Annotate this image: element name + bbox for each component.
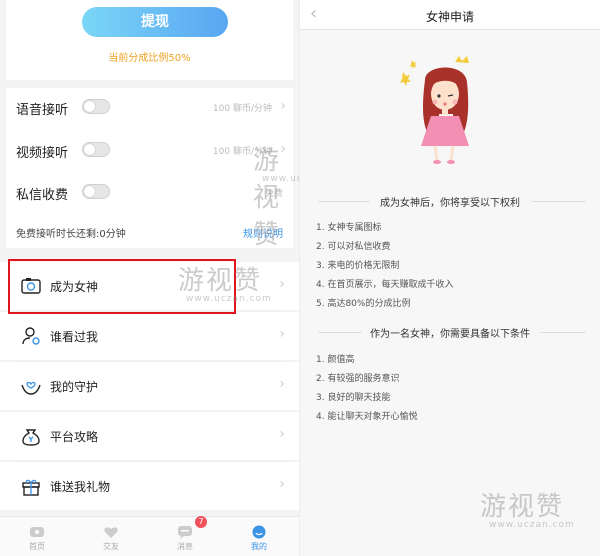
withdraw-card: 提现 — [6, 0, 293, 80]
benefits-section-header: 成为女神后，你将享受以下权利 — [310, 193, 590, 209]
benefit-item: 1. 女神专属图标 — [316, 223, 382, 233]
chevron-right-icon: › — [279, 376, 285, 392]
chevron-right-icon: › — [279, 276, 285, 292]
tab-label: 交友 — [103, 542, 119, 551]
menu-item-visitors[interactable]: 谁看过我 › — [0, 312, 299, 360]
menu-item-guardian[interactable]: 我的守护 › — [0, 362, 299, 410]
requirements-section-header: 作为一名女神，你需要具备以下条件 — [310, 324, 590, 340]
watermark-url: www.uczan.com — [262, 174, 299, 184]
watermark: 游视赞 — [480, 492, 565, 522]
withdraw-button[interactable]: 提现 — [82, 7, 228, 37]
menu-item-gifts[interactable]: 谁送我礼物 › — [0, 462, 299, 510]
goddess-application-panel: ‹ 女神申请 成为女神后，你将享受以下权利 1. 女神专属图标 2. 可以对私信… — [300, 0, 600, 556]
menu-label: 谁送我礼物 — [50, 480, 111, 494]
menu-item-guide[interactable]: 平台攻略 › — [0, 412, 299, 460]
tab-messages[interactable]: 消息 — [148, 517, 222, 556]
watermark-url: www.uczan.com — [186, 294, 272, 304]
heart-icon — [104, 527, 118, 538]
tab-bar: 首页 交友 消息 我的 — [0, 516, 299, 556]
voice-answer-label: 语音接听 — [16, 103, 69, 118]
heart-hands-icon — [21, 381, 41, 395]
watermark-url: www.uczan.com — [489, 520, 575, 530]
person-icon — [22, 327, 40, 345]
watermark: 游视赞 — [253, 146, 282, 250]
page-title: 女神申请 — [425, 10, 474, 24]
divider — [540, 332, 586, 333]
tab-home[interactable]: 首页 — [0, 517, 74, 556]
share-ratio-text: 当前分成比例50% — [108, 53, 191, 64]
gift-icon — [22, 479, 40, 496]
requirement-item: 1. 颜值高 — [316, 355, 355, 365]
chevron-right-icon: › — [279, 326, 285, 342]
message-badge: 7 — [195, 516, 207, 528]
requirement-item: 4. 能让聊天对象开心愉悦 — [316, 412, 418, 422]
message-charge-toggle[interactable] — [82, 184, 110, 199]
benefit-item: 5. 高达80%的分成比例 — [316, 299, 411, 309]
goddess-illustration — [400, 56, 469, 164]
watermark: 游视赞 — [178, 266, 263, 296]
video-answer-row: 视频接听 100 聊币/分钟 › — [16, 136, 286, 164]
money-bag-icon — [22, 429, 40, 446]
home-icon — [30, 527, 44, 537]
voice-answer-row: 语音接听 100 聊币/分钟 › — [16, 93, 286, 121]
requirement-item: 2. 有较强的服务意识 — [316, 374, 400, 384]
voice-answer-toggle[interactable] — [82, 99, 110, 114]
chevron-right-icon: › — [280, 98, 286, 114]
benefit-item: 3. 来电的价格无限制 — [316, 261, 400, 271]
tab-label: 我的 — [251, 542, 267, 551]
menu-label: 平台攻略 — [50, 430, 99, 444]
menu-label: 谁看过我 — [50, 330, 99, 344]
divider — [532, 201, 586, 202]
voice-price[interactable]: 100 聊币/分钟 — [213, 101, 272, 114]
tab-label: 首页 — [29, 542, 45, 551]
tab-label: 消息 — [177, 542, 193, 551]
chevron-right-icon: › — [279, 426, 285, 442]
requirement-item: 3. 良好的聊天技能 — [316, 393, 391, 403]
profile-panel: 提现 当前分成比例50% 语音接听 100 聊币/分钟 › 视频接听 100 聊… — [0, 0, 299, 556]
chat-icon — [178, 526, 192, 539]
message-charge-row: 私信收费 — [16, 178, 286, 206]
menu-label: 我的守护 — [50, 380, 99, 394]
video-answer-label: 视频接听 — [16, 146, 69, 161]
chevron-right-icon: › — [279, 476, 285, 492]
free-time-text: 免费接听时长还剩:0分钟 — [16, 229, 126, 240]
benefit-item: 4. 在首页展示，每天赚取成千收入 — [316, 280, 454, 290]
tab-me[interactable]: 我的 — [222, 517, 296, 556]
benefit-item: 2. 可以对私信收费 — [316, 242, 391, 252]
message-charge-label: 私信收费 — [16, 188, 69, 203]
tab-friends[interactable]: 交友 — [74, 517, 148, 556]
video-answer-toggle[interactable] — [82, 142, 110, 157]
header: ‹ 女神申请 — [300, 0, 600, 30]
profile-icon — [252, 525, 266, 539]
